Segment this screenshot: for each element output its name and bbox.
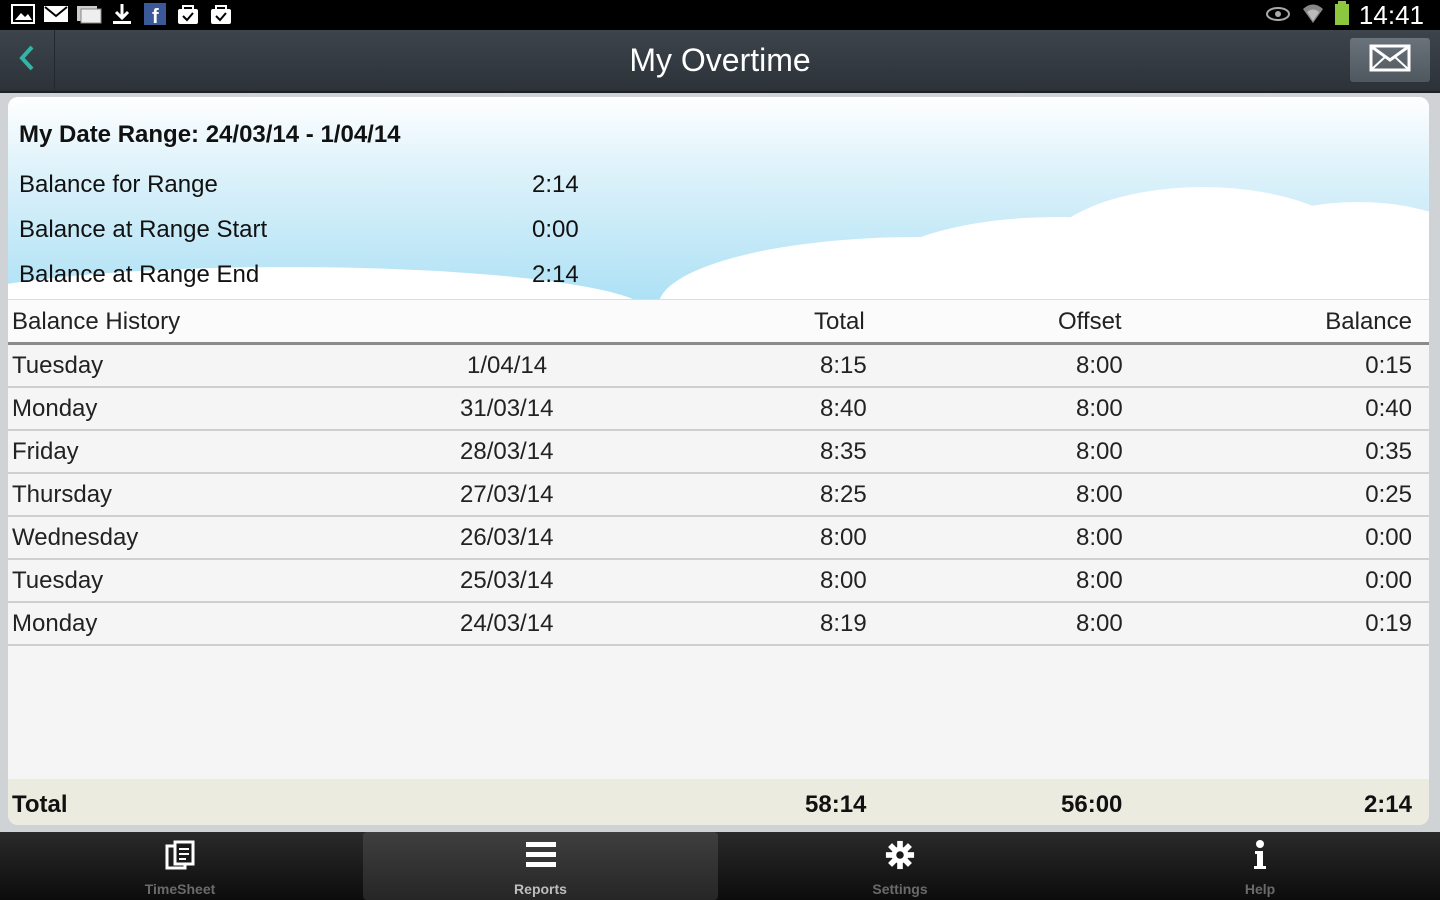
row-date: 25/03/14 bbox=[460, 567, 554, 594]
sky-background: My Date Range: 24/03/14 - 1/04/14 Balanc… bbox=[8, 97, 1429, 299]
battery-icon bbox=[1334, 0, 1349, 30]
table-row[interactable]: Tuesday 25/03/14 8:00 8:00 0:00 bbox=[8, 559, 1429, 603]
nav-reports[interactable]: Reports bbox=[363, 832, 718, 900]
nav-label: TimeSheet bbox=[144, 881, 216, 897]
bottom-nav: TimeSheet Reports Settings Help bbox=[0, 832, 1440, 900]
table-row[interactable]: Tuesday 1/04/14 8:15 8:00 0:15 bbox=[8, 344, 1429, 388]
header-total: Total bbox=[814, 308, 865, 335]
row-balance: 0:35 bbox=[1365, 438, 1412, 465]
nav-timesheet[interactable]: TimeSheet bbox=[0, 832, 360, 900]
check-bag-icon bbox=[175, 3, 201, 25]
totals-label: Total bbox=[12, 791, 68, 818]
svg-text:f: f bbox=[152, 6, 159, 25]
row-total: 8:00 bbox=[820, 524, 867, 551]
row-date: 1/04/14 bbox=[467, 352, 548, 379]
table-row[interactable]: Monday 24/03/14 8:19 8:00 0:19 bbox=[8, 602, 1429, 646]
row-date: 26/03/14 bbox=[460, 524, 554, 551]
mail-icon bbox=[43, 3, 69, 25]
row-offset: 8:00 bbox=[1076, 610, 1123, 637]
row-offset: 8:00 bbox=[1076, 481, 1123, 508]
row-balance: 0:15 bbox=[1365, 352, 1412, 379]
facebook-icon: f bbox=[142, 3, 168, 25]
header-balance: Balance bbox=[1325, 308, 1412, 335]
summary-value: 0:00 bbox=[532, 216, 579, 243]
clock: 14:41 bbox=[1358, 0, 1424, 30]
system-icons: 14:41 bbox=[1265, 0, 1424, 30]
envelope-icon bbox=[1369, 43, 1411, 78]
row-balance: 0:19 bbox=[1365, 610, 1412, 637]
download-icon bbox=[109, 3, 135, 25]
totals-total: 58:14 bbox=[805, 791, 867, 818]
eye-icon bbox=[1265, 4, 1291, 27]
row-total: 8:35 bbox=[820, 438, 867, 465]
wifi-icon bbox=[1301, 1, 1325, 30]
gear-icon bbox=[884, 840, 916, 875]
table-row[interactable]: Monday 31/03/14 8:40 8:00 0:40 bbox=[8, 387, 1429, 431]
row-balance: 0:00 bbox=[1365, 524, 1412, 551]
row-balance: 0:25 bbox=[1365, 481, 1412, 508]
row-balance: 0:00 bbox=[1365, 567, 1412, 594]
totals-row: Total 58:14 56:00 2:14 bbox=[8, 779, 1429, 825]
timesheet-icon bbox=[164, 840, 196, 875]
summary-label: Balance for Range bbox=[19, 171, 218, 198]
summary-value: 2:14 bbox=[532, 261, 579, 288]
row-day: Monday bbox=[12, 395, 98, 422]
message-icon bbox=[76, 3, 102, 25]
row-date: 28/03/14 bbox=[460, 438, 554, 465]
row-day: Wednesday bbox=[12, 524, 139, 551]
date-range-label: My Date Range: 24/03/14 - 1/04/14 bbox=[19, 121, 401, 148]
row-offset: 8:00 bbox=[1076, 567, 1123, 594]
totals-balance: 2:14 bbox=[1363, 791, 1412, 818]
table-header: Balance History Total Offset Balance bbox=[8, 299, 1429, 345]
list-icon bbox=[525, 840, 557, 875]
page-title: My Overtime bbox=[629, 42, 811, 78]
check-bag-icon bbox=[208, 3, 234, 25]
row-total: 8:40 bbox=[820, 395, 867, 422]
table-row[interactable]: Thursday 27/03/14 8:25 8:00 0:25 bbox=[8, 473, 1429, 517]
row-offset: 8:00 bbox=[1076, 524, 1123, 551]
row-offset: 8:00 bbox=[1076, 352, 1123, 379]
row-offset: 8:00 bbox=[1076, 438, 1123, 465]
row-date: 24/03/14 bbox=[460, 610, 554, 637]
nav-label: Reports bbox=[514, 881, 567, 897]
row-day: Tuesday bbox=[12, 567, 104, 594]
status-bar: f 14:41 bbox=[0, 0, 1440, 30]
row-total: 8:00 bbox=[820, 567, 867, 594]
nav-settings[interactable]: Settings bbox=[720, 832, 1080, 900]
row-day: Thursday bbox=[12, 481, 113, 508]
header-offset: Offset bbox=[1058, 308, 1122, 335]
summary-label: Balance at Range End bbox=[19, 261, 260, 288]
nav-label: Settings bbox=[872, 881, 928, 897]
row-offset: 8:00 bbox=[1076, 395, 1123, 422]
table-row[interactable]: Wednesday 26/03/14 8:00 8:00 0:00 bbox=[8, 516, 1429, 560]
row-date: 31/03/14 bbox=[460, 395, 554, 422]
summary-label: Balance at Range Start bbox=[19, 216, 268, 243]
info-icon bbox=[1250, 840, 1270, 875]
action-bar: My Overtime bbox=[0, 30, 1440, 93]
row-day: Monday bbox=[12, 610, 98, 637]
header-balance-history: Balance History bbox=[12, 308, 181, 335]
overtime-panel: My Date Range: 24/03/14 - 1/04/14 Balanc… bbox=[8, 97, 1429, 825]
summary-value: 2:14 bbox=[532, 171, 579, 198]
row-total: 8:15 bbox=[820, 352, 867, 379]
row-day: Friday bbox=[12, 438, 79, 465]
notification-icons: f bbox=[10, 3, 234, 25]
email-button[interactable] bbox=[1350, 38, 1430, 82]
row-balance: 0:40 bbox=[1365, 395, 1412, 422]
nav-help[interactable]: Help bbox=[1080, 832, 1440, 900]
row-total: 8:19 bbox=[820, 610, 867, 637]
row-total: 8:25 bbox=[820, 481, 867, 508]
table-row[interactable]: Friday 28/03/14 8:35 8:00 0:35 bbox=[8, 430, 1429, 474]
totals-offset: 56:00 bbox=[1061, 791, 1123, 818]
row-date: 27/03/14 bbox=[460, 481, 554, 508]
row-day: Tuesday bbox=[12, 352, 104, 379]
nav-label: Help bbox=[1244, 881, 1276, 897]
image-icon bbox=[10, 3, 36, 25]
